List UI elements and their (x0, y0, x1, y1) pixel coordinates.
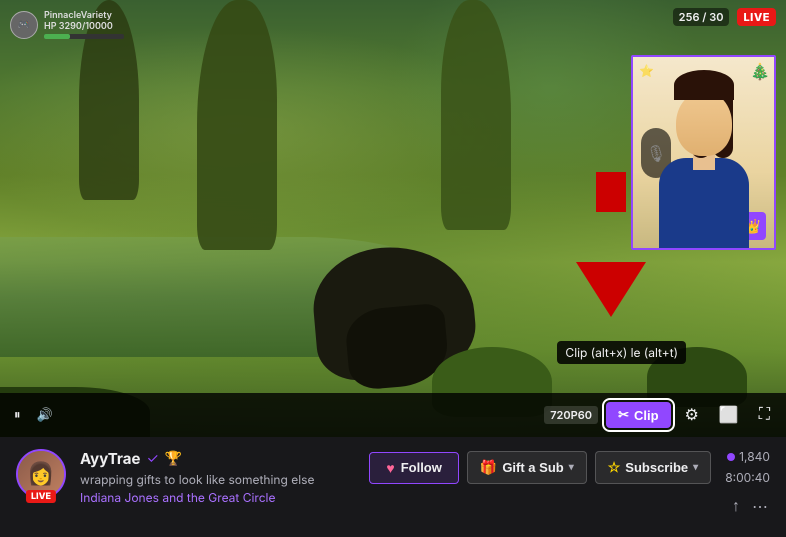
xmas-deco2: ⭐ (639, 63, 654, 78)
stream-title: wrapping gifts to look like something el… (80, 472, 355, 487)
live-indicator: LIVE (26, 490, 56, 503)
fullscreen-button[interactable]: ⛶ (753, 402, 776, 428)
follow-button[interactable]: ♥ Follow (369, 452, 458, 484)
stream-duration: 8:00:40 (725, 470, 770, 485)
theater-mode-icon: ⬜ (719, 407, 739, 424)
stream-details: AyyTrae ✓ 🏆 wrapping gifts to look like … (80, 449, 355, 505)
stream-game-link[interactable]: Indiana Jones and the Great Circle (80, 490, 355, 505)
hud-hp-text: HP 3290/10000 (44, 21, 124, 32)
player-controls: ⏸ 🔊 720P60 ✂ Clip ⚙ ⬜ ⛶ (0, 393, 786, 437)
clip-tooltip: Clip (alt+x) le (alt+t) (557, 341, 686, 364)
top-right-hud: 256 / 30 LIVE (673, 8, 776, 26)
hp-bar-container (44, 34, 124, 39)
facecam-overlay: 🎄 ⭐ 🎙 👑 (631, 55, 776, 250)
clip-scissors-icon: ✂ (618, 407, 629, 423)
verified-badge-icon: ✓ (146, 450, 158, 467)
stream-info-bar: 👩 LIVE AyyTrae ✓ 🏆 wrapping gifts to loo… (0, 437, 786, 537)
more-options-button[interactable]: ⋯ (750, 495, 770, 519)
hud-player-name: PinnacleVariety (44, 10, 124, 21)
live-badge-hud: LIVE (737, 8, 776, 26)
viewer-dot-icon (727, 453, 735, 461)
play-pause-button[interactable]: ⏸ (10, 403, 25, 427)
viewer-count-hud: 256 / 30 (673, 8, 730, 26)
subscribe-chevron-icon: ▾ (693, 462, 698, 473)
fullscreen-icon: ⛶ (759, 406, 770, 423)
clip-button[interactable]: ✂ Clip (606, 402, 670, 428)
hud-health: 🎮 PinnacleVariety HP 3290/10000 (10, 10, 124, 39)
gift-chevron-icon: ▾ (569, 462, 574, 473)
gift-sub-button[interactable]: 🎁 Gift a Sub ▾ (467, 451, 587, 484)
volume-icon: 🔊 (37, 407, 53, 423)
heart-icon: ♥ (386, 460, 394, 476)
tree-3 (441, 0, 511, 230)
settings-gear-icon: ⚙ (685, 407, 699, 424)
share-icon: ↑ (732, 498, 740, 515)
viewer-stat: 1,840 (727, 449, 770, 464)
video-player[interactable]: 🎮 PinnacleVariety HP 3290/10000 256 / 30… (0, 0, 786, 437)
settings-button[interactable]: ⚙ (679, 401, 705, 429)
subscribe-button[interactable]: ☆ Subscribe ▾ (595, 451, 711, 484)
star-icon: ☆ (608, 459, 621, 476)
viewer-count-label: 1,840 (739, 449, 770, 464)
prime-badge-icon: 🏆 (165, 450, 182, 467)
stream-meta: 1,840 8:00:40 ↑ ⋯ (725, 449, 770, 519)
play-pause-icon: ⏸ (14, 407, 21, 423)
volume-button[interactable]: 🔊 (33, 403, 57, 427)
quality-badge[interactable]: 720P60 (544, 406, 598, 424)
red-arrow-indicator (576, 262, 646, 317)
stream-action-buttons: ♥ Follow 🎁 Gift a Sub ▾ ☆ Subscribe ▾ (369, 451, 711, 484)
theater-mode-button[interactable]: ⬜ (713, 401, 745, 429)
gift-icon: 🎁 (480, 459, 497, 476)
streamer-name-row: AyyTrae ✓ 🏆 (80, 449, 355, 468)
streamer-name[interactable]: AyyTrae (80, 449, 140, 468)
hud-player-avatar: 🎮 (10, 11, 38, 39)
streamer-avatar-wrapper: 👩 LIVE (16, 449, 66, 499)
tree-2 (197, 0, 277, 250)
share-button[interactable]: ↑ (730, 496, 742, 518)
more-options-icon: ⋯ (752, 499, 768, 516)
meta-icon-buttons: ↑ ⋯ (730, 495, 770, 519)
hp-bar-fill (44, 34, 70, 39)
xmas-deco: 🎄 (750, 61, 770, 81)
